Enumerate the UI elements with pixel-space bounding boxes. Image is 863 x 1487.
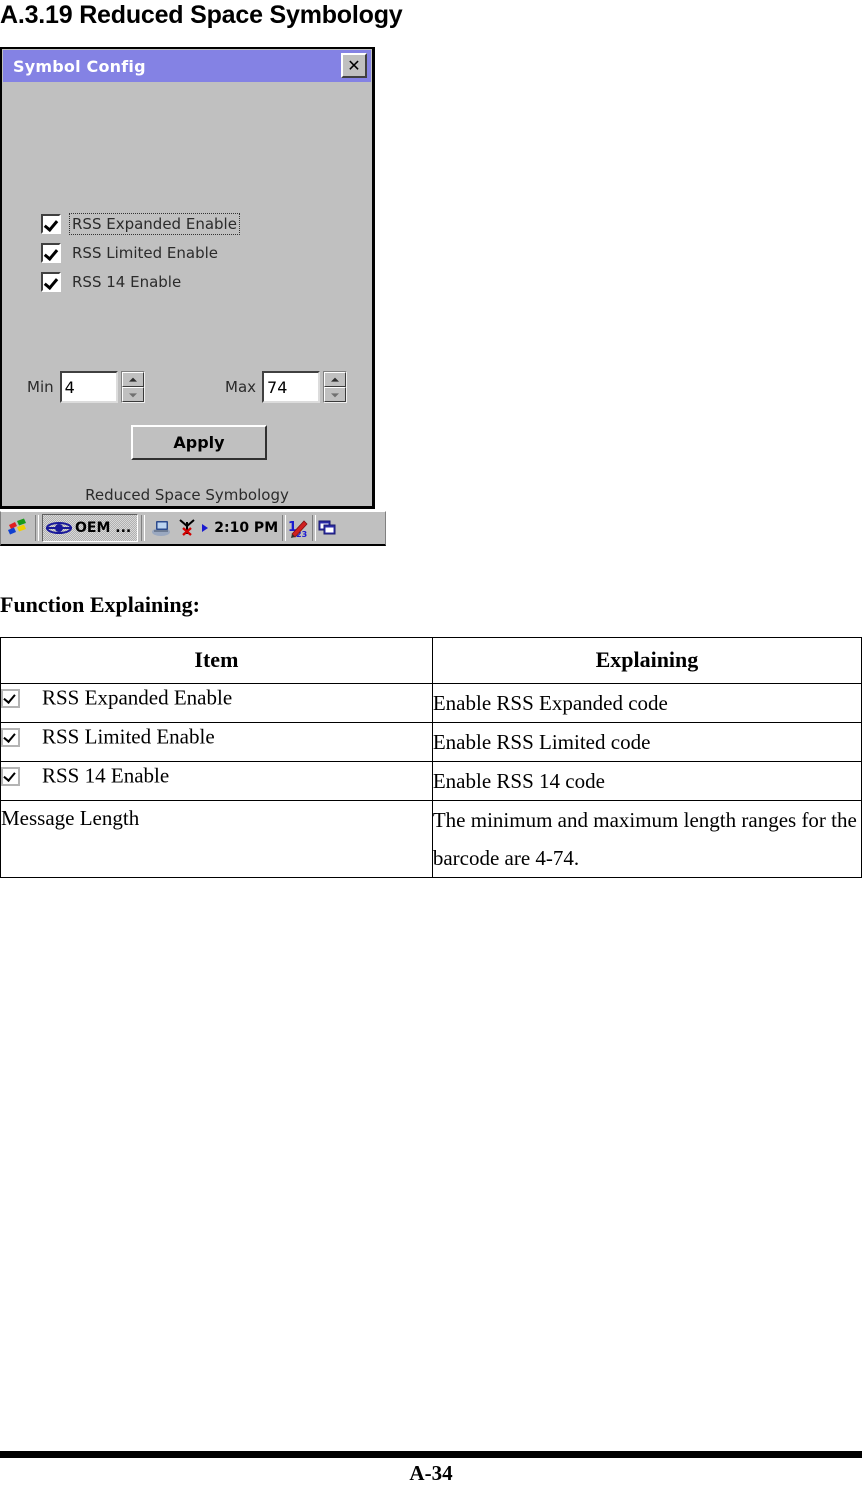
max-input[interactable]: 74 <box>262 371 321 403</box>
taskbar-separator-1 <box>35 515 39 541</box>
symbology-checkbox-group: RSS Expanded Enable RSS Limited Enable R… <box>41 210 240 297</box>
table-row: RSS Limited Enable Enable RSS Limited co… <box>0 722 863 762</box>
windows-flag-icon <box>8 518 26 535</box>
checkbox-icon <box>1 688 20 708</box>
checkbox-icon <box>1 727 20 747</box>
table-cell-item-text: RSS Expanded Enable <box>42 685 233 710</box>
system-tray: 2:10 PM 1 23 <box>145 515 342 541</box>
close-icon-glyph: ✕ <box>347 55 361 75</box>
taskbar: OEM ... 2:10 PM 1 23 <box>0 511 386 546</box>
max-spinner-down-icon[interactable] <box>324 387 347 402</box>
checkbox-row-rss-14[interactable]: RSS 14 Enable <box>41 268 239 296</box>
taskbar-clock[interactable]: 2:10 PM <box>214 520 278 536</box>
symbol-config-window: Symbol Config ✕ RSS Expanded Enable RSS … <box>0 47 375 509</box>
table-cell-item-text: RSS Limited Enable <box>42 724 215 749</box>
function-explaining-label: Function Explaining: <box>0 592 200 617</box>
table-cell-explaining: The minimum and maximum length ranges fo… <box>431 800 863 878</box>
table-row: RSS 14 Enable Enable RSS 14 code <box>0 761 863 801</box>
min-length-group: Min 4 <box>27 371 145 403</box>
table-cell-explaining: Enable RSS Limited code <box>431 722 863 762</box>
table-row: Message Length The minimum and maximum l… <box>0 800 863 878</box>
checkbox-icon <box>1 766 20 786</box>
device-screenshot-figure: Symbol Config ✕ RSS Expanded Enable RSS … <box>0 47 386 546</box>
table-cell-item: RSS Limited Enable <box>0 722 433 762</box>
table-cell-explaining: Enable RSS Expanded code <box>431 683 863 723</box>
table-cell-item-text: Message Length <box>0 800 433 878</box>
taskbar-separator-4 <box>312 515 317 541</box>
pen-input-panel-icon[interactable]: 1 23 <box>288 518 310 538</box>
start-button[interactable] <box>1 513 35 544</box>
table-header-row: Item Explaining <box>0 637 863 684</box>
function-explaining-table: Item Explaining RSS Expanded Enable Enab… <box>0 637 863 878</box>
taskbar-button-oem[interactable]: OEM ... <box>42 514 139 542</box>
checkbox-rss-14[interactable] <box>41 272 61 292</box>
window-titlebar: Symbol Config ✕ <box>3 50 371 82</box>
apply-button[interactable]: Apply <box>131 425 267 460</box>
window-title-text: Symbol Config <box>13 56 146 76</box>
table-header-explaining: Explaining <box>431 637 863 684</box>
checkbox-label-rss-limited: RSS Limited Enable <box>72 244 219 262</box>
min-input[interactable]: 4 <box>59 371 118 403</box>
min-label: Min <box>27 378 54 396</box>
checkbox-label-rss-14: RSS 14 Enable <box>72 273 182 291</box>
message-length-range-row: Min 4 Max 74 <box>27 371 357 411</box>
max-label: Max <box>225 378 257 396</box>
table-row: RSS Expanded Enable Enable RSS Expanded … <box>0 683 863 723</box>
dialog-caption-text: Reduced Space Symbology <box>85 486 289 504</box>
checkbox-label-rss-expanded: RSS Expanded Enable <box>69 213 240 235</box>
page-title: A.3.19 Reduced Space Symbology <box>0 1 403 29</box>
footer-rule <box>0 1451 862 1458</box>
table-cell-explaining: Enable RSS 14 code <box>431 761 863 801</box>
table-header-item: Item <box>0 637 433 684</box>
checkbox-row-rss-expanded[interactable]: RSS Expanded Enable <box>41 210 240 238</box>
table-cell-item: RSS 14 Enable <box>0 761 433 801</box>
min-spinner[interactable] <box>120 371 145 403</box>
desktop-pc-icon[interactable] <box>151 519 173 537</box>
checkbox-rss-expanded[interactable] <box>41 214 61 234</box>
table-cell-item: RSS Expanded Enable <box>0 683 433 723</box>
max-spinner-up-icon[interactable] <box>324 372 347 387</box>
tray-arrow-icon <box>201 522 210 534</box>
taskbar-button-oem-label: OEM ... <box>75 520 132 536</box>
page-number: A-34 <box>409 1461 453 1485</box>
checkbox-rss-limited[interactable] <box>41 243 61 263</box>
max-length-group: Max 74 <box>225 371 348 403</box>
close-icon[interactable]: ✕ <box>341 53 367 78</box>
window-switcher-icon[interactable] <box>318 519 340 537</box>
table-cell-item-text: RSS 14 Enable <box>42 763 170 788</box>
dialog-client-area: RSS Expanded Enable RSS Limited Enable R… <box>3 82 371 505</box>
min-spinner-down-icon[interactable] <box>121 387 144 402</box>
taskbar-separator-3 <box>282 515 287 541</box>
oem-eye-icon <box>46 522 72 534</box>
max-spinner[interactable] <box>323 371 348 403</box>
no-connection-icon[interactable] <box>177 519 197 537</box>
min-spinner-up-icon[interactable] <box>121 372 144 387</box>
checkbox-row-rss-limited[interactable]: RSS Limited Enable <box>41 239 239 267</box>
